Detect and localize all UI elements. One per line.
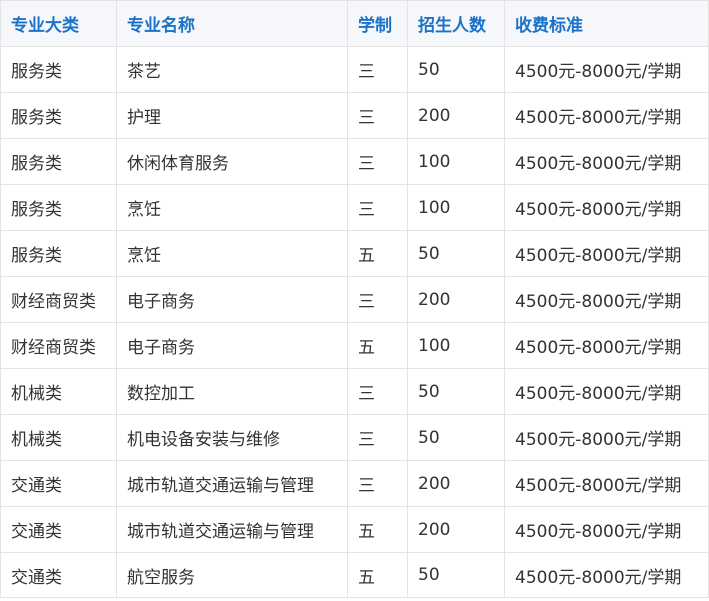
table-row: 财经商贸类 电子商务三 200 4500元-8000元/学期 xyxy=(0,276,709,323)
header-major-name: 专业名称 xyxy=(116,0,348,47)
cell-category: 服务类 xyxy=(0,92,117,139)
cell-enrollment: 100 xyxy=(407,322,505,369)
cell-enrollment: 200 xyxy=(407,460,505,507)
cell-fee: 4500元-8000元/学期 xyxy=(504,276,709,323)
cell-duration: 五 xyxy=(347,506,408,553)
cell-fee: 4500元-8000元/学期 xyxy=(504,92,709,139)
cell-major-name: 电子商务 xyxy=(116,322,348,369)
header-fee: 收费标准 xyxy=(504,0,709,47)
table-row: 机械类 机电设备安装与维修三 50 4500元-8000元/学期 xyxy=(0,414,709,461)
table-row: 服务类 茶艺三 50 4500元-8000元/学期 xyxy=(0,46,709,93)
header-category: 专业大类 xyxy=(0,0,117,47)
cell-major-name: 航空服务 xyxy=(116,552,348,598)
cell-duration: 五 xyxy=(347,552,408,598)
cell-category: 交通类 xyxy=(0,552,117,598)
cell-fee: 4500元-8000元/学期 xyxy=(504,368,709,415)
table-row: 交通类 城市轨道交通运输与管理五 200 4500元-8000元/学期 xyxy=(0,506,709,553)
cell-category: 机械类 xyxy=(0,368,117,415)
table-row: 交通类 城市轨道交通运输与管理三 200 4500元-8000元/学期 xyxy=(0,460,709,507)
cell-enrollment: 200 xyxy=(407,92,505,139)
cell-major-name: 烹饪 xyxy=(116,230,348,277)
cell-enrollment: 50 xyxy=(407,230,505,277)
cell-fee: 4500元-8000元/学期 xyxy=(504,230,709,277)
cell-duration: 三 xyxy=(347,184,408,231)
cell-enrollment: 50 xyxy=(407,368,505,415)
cell-category: 机械类 xyxy=(0,414,117,461)
cell-major-name: 机电设备安装与维修 xyxy=(116,414,348,461)
cell-category: 服务类 xyxy=(0,184,117,231)
cell-enrollment: 100 xyxy=(407,138,505,185)
cell-duration: 三 xyxy=(347,46,408,93)
cell-fee: 4500元-8000元/学期 xyxy=(504,184,709,231)
cell-category: 服务类 xyxy=(0,138,117,185)
cell-category: 交通类 xyxy=(0,460,117,507)
cell-major-name: 茶艺 xyxy=(116,46,348,93)
table-row: 服务类 休闲体育服务三 100 4500元-8000元/学期 xyxy=(0,138,709,185)
cell-enrollment: 200 xyxy=(407,276,505,323)
cell-category: 服务类 xyxy=(0,230,117,277)
cell-category: 交通类 xyxy=(0,506,117,553)
header-enrollment: 招生人数 xyxy=(407,0,505,47)
cell-major-name: 休闲体育服务 xyxy=(116,138,348,185)
header-duration: 学制 xyxy=(347,0,408,47)
enrollment-table: 专业大类 专业名称 学制 招生人数 收费标准 服务类 茶艺三 50 4500元-800… xyxy=(0,0,709,598)
cell-major-name: 数控加工 xyxy=(116,368,348,415)
cell-enrollment: 50 xyxy=(407,46,505,93)
cell-fee: 4500元-8000元/学期 xyxy=(504,138,709,185)
cell-category: 财经商贸类 xyxy=(0,322,117,369)
cell-duration: 三 xyxy=(347,276,408,323)
cell-major-name: 护理 xyxy=(116,92,348,139)
cell-major-name: 城市轨道交通运输与管理 xyxy=(116,460,348,507)
cell-duration: 三 xyxy=(347,92,408,139)
cell-fee: 4500元-8000元/学期 xyxy=(504,322,709,369)
cell-major-name: 电子商务 xyxy=(116,276,348,323)
cell-enrollment: 50 xyxy=(407,552,505,598)
cell-enrollment: 100 xyxy=(407,184,505,231)
cell-fee: 4500元-8000元/学期 xyxy=(504,414,709,461)
cell-duration: 三 xyxy=(347,460,408,507)
cell-enrollment: 50 xyxy=(407,414,505,461)
table-row: 服务类 护理三 200 4500元-8000元/学期 xyxy=(0,92,709,139)
cell-category: 服务类 xyxy=(0,46,117,93)
cell-duration: 三 xyxy=(347,138,408,185)
table-row: 财经商贸类 电子商务五 100 4500元-8000元/学期 xyxy=(0,322,709,369)
table-header: 专业大类 专业名称 学制 招生人数 收费标准 xyxy=(0,0,709,47)
table-row: 服务类 烹饪三 100 4500元-8000元/学期 xyxy=(0,184,709,231)
cell-fee: 4500元-8000元/学期 xyxy=(504,46,709,93)
cell-duration: 三 xyxy=(347,414,408,461)
cell-duration: 三 xyxy=(347,368,408,415)
header-row: 专业大类 专业名称 学制 招生人数 收费标准 xyxy=(0,0,709,47)
cell-fee: 4500元-8000元/学期 xyxy=(504,552,709,598)
table-row: 服务类 烹饪五 50 4500元-8000元/学期 xyxy=(0,230,709,277)
table-body: 服务类 茶艺三 50 4500元-8000元/学期 服务类 护理三 200 4500元-800… xyxy=(0,46,709,598)
cell-major-name: 城市轨道交通运输与管理 xyxy=(116,506,348,553)
cell-duration: 五 xyxy=(347,322,408,369)
cell-fee: 4500元-8000元/学期 xyxy=(504,460,709,507)
table-row: 交通类 航空服务五 50 4500元-8000元/学期 xyxy=(0,552,709,598)
cell-duration: 五 xyxy=(347,230,408,277)
cell-major-name: 烹饪 xyxy=(116,184,348,231)
table-row: 机械类 数控加工三 50 4500元-8000元/学期 xyxy=(0,368,709,415)
cell-fee: 4500元-8000元/学期 xyxy=(504,506,709,553)
cell-enrollment: 200 xyxy=(407,506,505,553)
cell-category: 财经商贸类 xyxy=(0,276,117,323)
